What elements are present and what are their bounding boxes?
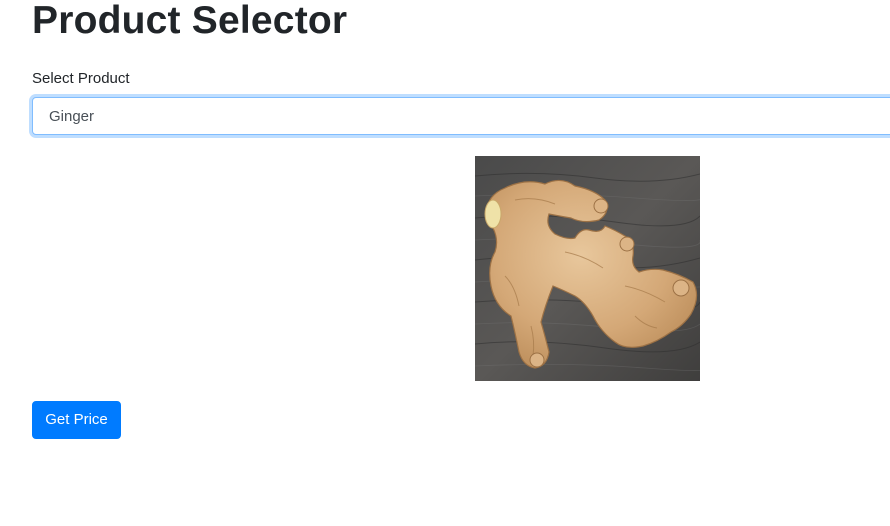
product-select[interactable]: Ginger (32, 97, 890, 135)
page-title: Product Selector (32, 0, 348, 42)
product-image-ginger (475, 156, 700, 381)
selected-product-value: Ginger (49, 108, 95, 125)
select-product-label: Select Product (32, 70, 130, 87)
page: Product Selector Select Product Ginger G… (0, 0, 890, 526)
get-price-button[interactable]: Get Price (32, 401, 121, 439)
